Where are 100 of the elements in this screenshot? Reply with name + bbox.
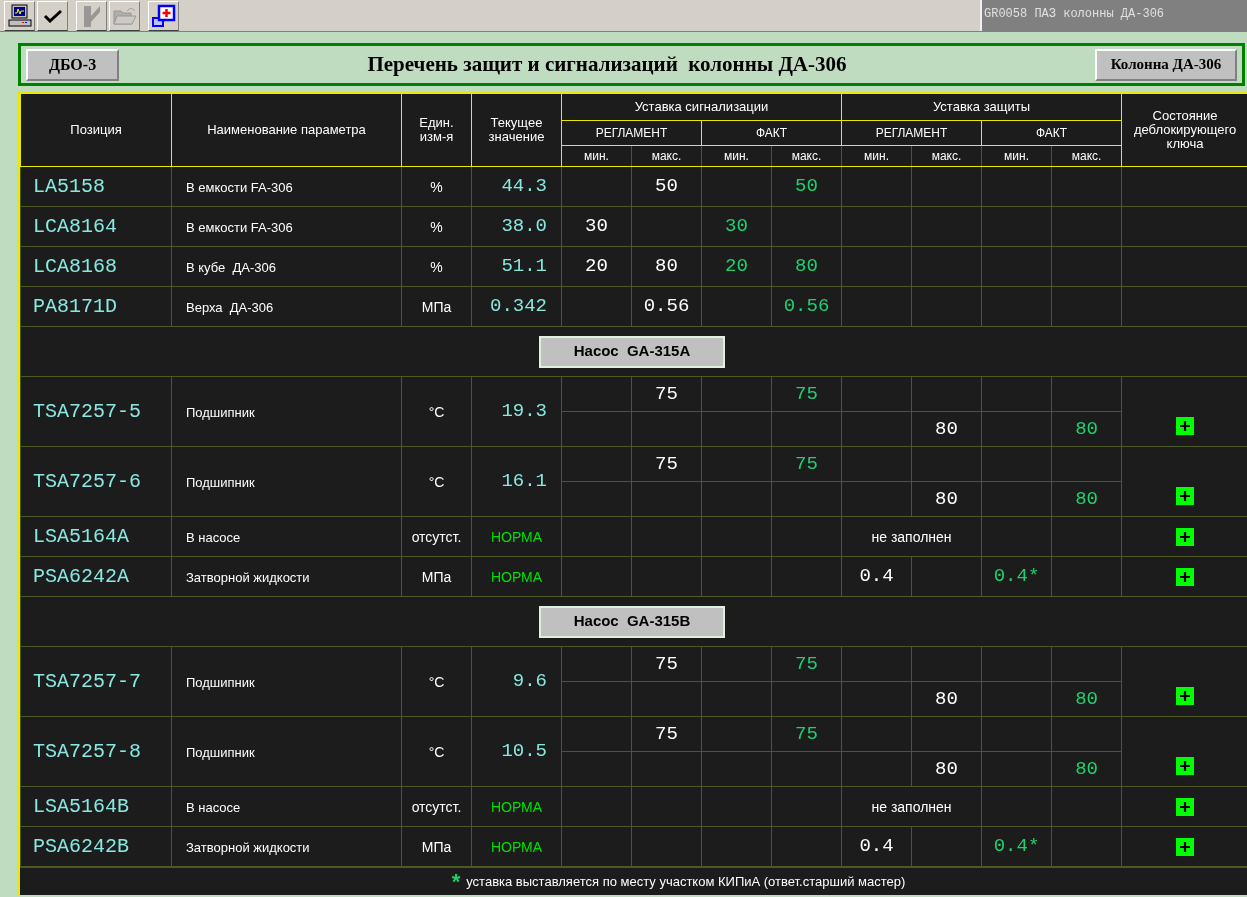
position-code: LCA8168 bbox=[33, 254, 117, 278]
column-header: РЕГЛАМЕНТ bbox=[595, 126, 668, 140]
column-header: РЕГЛАМЕНТ bbox=[875, 126, 948, 140]
position-code: LA5158 bbox=[33, 174, 105, 198]
setpoint-value: 75 bbox=[795, 722, 818, 745]
footnote: уставка выставляется по месту участком КИПиА (ответ.старший мастер) bbox=[466, 872, 906, 891]
checkmark-icon bbox=[42, 9, 63, 23]
column-header: макс. bbox=[791, 149, 822, 163]
unit: °C bbox=[428, 673, 445, 690]
unit: °C bbox=[428, 403, 445, 420]
position-code: LSA5164B bbox=[33, 794, 129, 818]
setpoint-value: 0.4* bbox=[993, 565, 1040, 588]
unit: МПа bbox=[421, 298, 452, 315]
setpoint-value: 80 bbox=[935, 417, 958, 440]
status-value: НОРМА bbox=[490, 838, 543, 855]
status-value: НОРМА bbox=[490, 528, 543, 545]
unit: % bbox=[430, 258, 443, 275]
setpoint-value: 80 bbox=[935, 687, 958, 710]
position-code: TSA7257-8 bbox=[33, 739, 142, 763]
status-value: НОРМА bbox=[490, 568, 543, 585]
setpoint-value: 0.56 bbox=[783, 295, 830, 318]
column-header: Уставка сигнализации bbox=[634, 99, 769, 115]
current-value: 0.342 bbox=[490, 295, 547, 318]
parameter-name: Подшипник bbox=[186, 744, 255, 760]
setpoint-value: 80 bbox=[1075, 687, 1098, 710]
setpoint-value: 75 bbox=[655, 452, 678, 475]
column-header: Уставка защиты bbox=[933, 99, 1031, 115]
parameter-name: Верха ДА-306 bbox=[186, 299, 274, 315]
column-header: Един. изм-я bbox=[419, 115, 454, 144]
unit: % bbox=[430, 178, 443, 195]
setpoint-value: 75 bbox=[655, 722, 678, 745]
current-value: 38.0 bbox=[501, 215, 547, 238]
monitor-icon bbox=[7, 4, 32, 28]
position-code: TSA7257-7 bbox=[33, 669, 142, 693]
setpoint-value: 80 bbox=[935, 487, 958, 510]
pump-button[interactable]: Насос GA-315B bbox=[539, 605, 725, 638]
setpoint-value: 50 bbox=[655, 175, 678, 198]
column-header: мин. bbox=[584, 149, 609, 163]
position-code: LCA8164 bbox=[33, 214, 117, 238]
pump-button[interactable]: Насос GA-315A bbox=[539, 335, 725, 368]
setpoint-value: 0.56 bbox=[643, 295, 690, 318]
setpoint-value: 80 bbox=[795, 255, 818, 278]
parameter-name: Затворной жидкости bbox=[186, 569, 310, 585]
position-code: LSA5164A bbox=[33, 524, 129, 548]
unit: °C bbox=[428, 743, 445, 760]
current-value: 19.3 bbox=[501, 400, 547, 423]
display-id: GR0058 ПАЗ колонны ДА-306 bbox=[984, 7, 1165, 21]
setpoint-value: 0.4 bbox=[859, 835, 894, 858]
setpoint-value: 30 bbox=[725, 215, 748, 238]
parameter-name: В насосе bbox=[186, 799, 241, 815]
setpoint-note: не заполнен bbox=[871, 528, 952, 545]
parameter-name: В насосе bbox=[186, 529, 241, 545]
setpoint-value: 80 bbox=[655, 255, 678, 278]
stand-icon bbox=[81, 4, 102, 28]
setpoint-value: 80 bbox=[1075, 757, 1098, 780]
setpoint-value: 0.4* bbox=[993, 835, 1040, 858]
setpoint-value: 20 bbox=[585, 255, 608, 278]
toolbar-button[interactable] bbox=[4, 1, 35, 31]
position-code: PSA6242A bbox=[33, 564, 129, 588]
column-header: ФАКТ bbox=[1035, 126, 1068, 140]
column-header: Позиция bbox=[70, 122, 122, 137]
column-header: макс. bbox=[931, 149, 962, 163]
status-value: НОРМА bbox=[490, 798, 543, 815]
parameter-name: В емкости FA-306 bbox=[186, 219, 293, 235]
setpoint-value: 80 bbox=[935, 757, 958, 780]
setpoint-value: 75 bbox=[655, 652, 678, 675]
parameter-name: Затворной жидкости bbox=[186, 839, 310, 855]
current-value: 16.1 bbox=[501, 470, 547, 493]
setpoint-value: 75 bbox=[655, 382, 678, 405]
setpoint-note: не заполнен bbox=[871, 798, 952, 815]
column-header: макс. bbox=[1071, 149, 1102, 163]
column-header: Текущее значение bbox=[488, 115, 545, 144]
parameter-name: В емкости FA-306 bbox=[186, 179, 293, 195]
unit: отсутст. bbox=[411, 798, 462, 815]
setpoint-value: 80 bbox=[1075, 487, 1098, 510]
unit: °C bbox=[428, 473, 445, 490]
folder-icon bbox=[112, 6, 137, 26]
setpoint-value: 50 bbox=[795, 175, 818, 198]
setpoint-value: 0.4 bbox=[859, 565, 894, 588]
column-header: мин. bbox=[724, 149, 749, 163]
unit: % bbox=[430, 218, 443, 235]
setpoint-value: 80 bbox=[1075, 417, 1098, 440]
position-code: PA8171D bbox=[33, 294, 117, 318]
window-plus-icon bbox=[151, 4, 176, 28]
dbo-button[interactable]: ДБО-3 bbox=[26, 48, 119, 81]
unit: МПа bbox=[421, 568, 452, 585]
page-title: Перечень защит и сигнализаций колонны ДА-306 bbox=[367, 50, 847, 78]
column-header: ФАКТ bbox=[755, 126, 788, 140]
current-value: 44.3 bbox=[501, 175, 547, 198]
setpoint-value: 75 bbox=[795, 382, 818, 405]
current-value: 10.5 bbox=[501, 740, 547, 763]
column-button[interactable]: Колонна ДА-306 bbox=[1095, 48, 1237, 81]
current-value: 51.1 bbox=[501, 255, 547, 278]
setpoint-value: 30 bbox=[585, 215, 608, 238]
position-code: PSA6242B bbox=[33, 834, 129, 858]
setpoint-value: 20 bbox=[725, 255, 748, 278]
parameter-name: Подшипник bbox=[186, 404, 255, 420]
toolbar-button[interactable] bbox=[148, 1, 179, 31]
column-header: мин. bbox=[864, 149, 889, 163]
toolbar-button[interactable] bbox=[37, 1, 68, 31]
